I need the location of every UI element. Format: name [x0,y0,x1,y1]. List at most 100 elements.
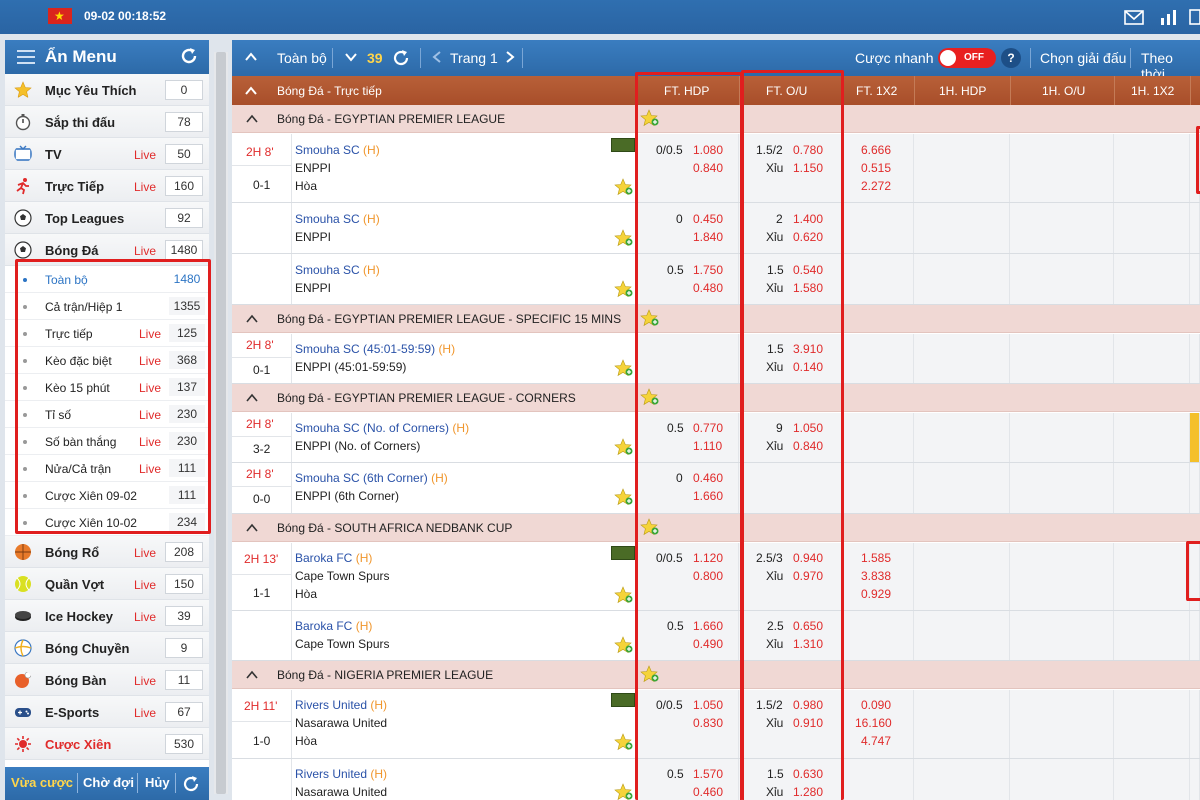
home-team[interactable]: Smouha SC (6th Corner) (H) [295,471,448,485]
chevron-up-icon[interactable] [246,393,258,403]
ft-hdp-cell[interactable]: 0/0.5 1.120 0.800 [636,543,739,610]
submenu-item-15min[interactable]: Kèo 15 phút Live 137 [5,374,209,401]
odds-over[interactable]: 0.980 [793,698,823,712]
sidebar-item-volleyball[interactable]: Bóng Chuyền 9 [5,632,209,664]
odds-under[interactable]: 0.140 [793,360,823,374]
odds-x[interactable]: 0.515 [861,161,891,175]
add-favorite-star-icon[interactable] [614,280,634,298]
odds-home[interactable]: 0.450 [693,212,723,226]
odds-2[interactable]: 2.272 [861,179,891,193]
ft-1x2-cell[interactable]: 0.090 16.160 4.747 [842,690,914,758]
sidebar-item-soccer[interactable]: Bóng Đá Live 1480 [5,234,209,266]
odds-home[interactable]: 1.050 [693,698,723,712]
add-favorite-star-icon[interactable] [640,665,660,683]
add-favorite-star-icon[interactable] [640,518,660,536]
home-team[interactable]: Smouha SC (45:01-59:59) (H) [295,342,455,356]
menu-icon[interactable] [17,49,35,65]
odds-under[interactable]: 0.910 [793,716,823,730]
away-team[interactable]: ENPPI [295,281,331,295]
submenu-item-score[interactable]: Tỉ số Live 230 [5,401,209,428]
live-field-icon[interactable] [611,138,635,152]
ft-ou-cell[interactable]: 1.5 0.540 Xỉu 1.580 [739,254,842,304]
chevron-up-icon[interactable] [246,314,258,324]
sidebar-item-top-leagues[interactable]: Top Leagues 92 [5,202,209,234]
ft-ou-cell[interactable]: 1.5/2 0.980 Xỉu 0.910 [739,690,842,758]
chevron-up-icon[interactable] [246,114,258,124]
league-header[interactable]: Bóng Đá - EGYPTIAN PREMIER LEAGUE - SPEC… [232,305,1200,333]
home-team[interactable]: Rivers United (H) [295,698,387,712]
away-team[interactable]: Cape Town Spurs [295,637,390,651]
odds-over[interactable]: 3.910 [793,342,823,356]
ft-ou-cell[interactable]: 2.5/3 0.940 Xỉu 0.970 [739,543,842,610]
sidebar-item-tennis[interactable]: Quần Vợt Live 150 [5,568,209,600]
sidebar-item-tv[interactable]: TV Live 50 [5,138,209,170]
odds-away[interactable]: 0.480 [693,281,723,295]
odds-1[interactable]: 6.666 [861,143,891,157]
home-team[interactable]: Rivers United (H) [295,767,387,781]
odds-home[interactable]: 1.660 [693,619,723,633]
home-team[interactable]: Smouha SC (H) [295,143,380,157]
odds-2[interactable]: 0.929 [861,587,891,601]
add-favorite-star-icon[interactable] [614,359,634,377]
home-team[interactable]: Smouha SC (H) [295,212,380,226]
odds-under[interactable]: 0.970 [793,569,823,583]
add-favorite-star-icon[interactable] [614,229,634,247]
refresh-icon[interactable] [181,774,201,794]
tab-waiting[interactable]: Chờ đợi [83,775,134,790]
scroll-thumb[interactable] [216,52,226,794]
ft-hdp-cell[interactable]: 0 0.460 1.660 [636,463,739,513]
ft-1x2-cell[interactable]: 1.585 3.838 0.929 [842,543,914,610]
away-team[interactable]: ENPPI (6th Corner) [295,489,399,503]
league-header[interactable]: Bóng Đá - EGYPTIAN PREMIER LEAGUE - CORN… [232,384,1200,412]
refresh-icon[interactable] [179,46,199,66]
odds-away[interactable]: 1.110 [693,439,722,453]
tab-recent-bets[interactable]: Vừa cược [11,775,73,790]
home-team[interactable]: Baroka FC (H) [295,551,372,565]
odds-away[interactable]: 0.490 [693,637,723,651]
sidebar-item-favorites[interactable]: Mục Yêu Thích 0 [5,74,209,106]
odds-over[interactable]: 0.650 [793,619,823,633]
away-team[interactable]: ENPPI (45:01-59:59) [295,360,406,374]
ft-ou-cell[interactable]: 1.5/2 0.780 Xỉu 1.150 [739,134,842,202]
odds-away[interactable]: 0.830 [693,716,723,730]
sidebar-item-live[interactable]: Trực Tiếp Live 160 [5,170,209,202]
hide-menu-label[interactable]: Ẩn Menu [45,47,117,67]
add-favorite-star-icon[interactable] [614,586,634,604]
odds-under[interactable]: 1.310 [793,637,823,651]
home-team[interactable]: Smouha SC (No. of Corners) (H) [295,421,469,435]
odds-away[interactable]: 0.840 [693,161,723,175]
sidebar-scrollbar[interactable] [214,52,228,794]
odds-under[interactable]: 0.620 [793,230,823,244]
chevron-up-icon[interactable] [246,523,258,533]
odds-2[interactable]: 4.747 [861,734,891,748]
odds-over[interactable]: 1.400 [793,212,823,226]
live-field-icon[interactable] [611,693,635,707]
odds-away[interactable]: 0.460 [693,785,723,799]
add-favorite-star-icon[interactable] [614,783,634,800]
add-favorite-star-icon[interactable] [640,109,660,127]
odds-over[interactable]: 0.780 [793,143,823,157]
ft-ou-cell[interactable]: 2 1.400 Xỉu 0.620 [739,203,842,253]
away-team[interactable]: Cape Town Spurs [295,569,390,583]
odds-under[interactable]: 1.580 [793,281,823,295]
odds-over[interactable]: 0.940 [793,551,823,565]
sidebar-item-parlay[interactable]: Cược Xiên 530 [5,728,209,760]
submenu-item-special[interactable]: Kèo đặc biệt Live 368 [5,347,209,374]
odds-over[interactable]: 0.540 [793,263,823,277]
ft-hdp-cell[interactable]: 0/0.5 1.050 0.830 [636,690,739,758]
league-header[interactable]: Bóng Đá - SOUTH AFRICA NEDBANK CUP [232,514,1200,542]
away-team[interactable]: Nasarawa United [295,716,387,730]
add-favorite-star-icon[interactable] [614,636,634,654]
chevron-up-icon[interactable] [246,670,258,680]
sidebar-item-ice-hockey[interactable]: Ice Hockey Live 39 [5,600,209,632]
submenu-item-goals[interactable]: Số bàn thắng Live 230 [5,428,209,455]
sidebar-header[interactable]: Ẩn Menu [5,40,209,74]
odds-home[interactable]: 0.770 [693,421,723,435]
home-team[interactable]: Smouha SC (H) [295,263,380,277]
odds-home[interactable]: 1.080 [693,143,723,157]
odds-over[interactable]: 0.630 [793,767,823,781]
submenu-item-parlay-0902[interactable]: Cược Xiên 09-02 111 [5,482,209,509]
odds-x[interactable]: 16.160 [855,716,892,730]
add-favorite-star-icon[interactable] [640,388,660,406]
add-favorite-star-icon[interactable] [614,488,634,506]
